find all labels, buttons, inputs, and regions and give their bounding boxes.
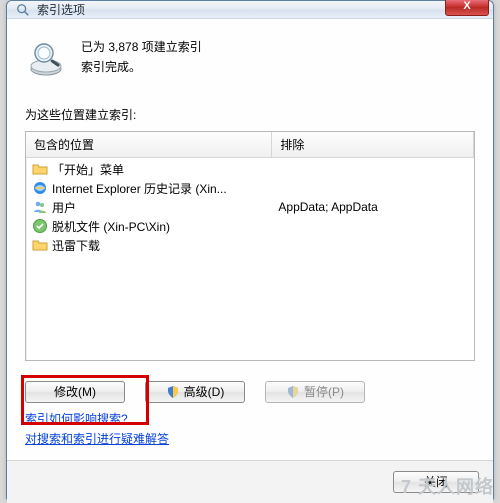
status-row: 已为 3,878 项建立索引 索引完成。 (25, 35, 475, 78)
button-label: 高级(D) (184, 383, 225, 400)
list-item[interactable]: 用户 AppData; AppData (26, 198, 474, 217)
indexing-status-icon (25, 35, 67, 77)
list-item[interactable]: 迅雷下载 (26, 236, 474, 255)
offline-files-icon (32, 218, 48, 234)
link-how-indexing-affects-search[interactable]: 索引如何影响搜索? (25, 410, 475, 427)
status-text: 已为 3,878 项建立索引 索引完成。 (81, 35, 202, 78)
close-dialog-button[interactable]: 关闭 (393, 471, 479, 493)
indexed-count-line: 已为 3,878 项建立索引 (81, 37, 202, 57)
indexing-complete-line: 索引完成。 (81, 57, 202, 77)
locations-list: 包含的位置 排除 「开始」菜单 Internet Explorer 历史记录 (… (25, 131, 475, 361)
indexing-options-dialog: 索引选项 X 已为 3,878 项建立索引 索引完成。 为这些位置建立索引: (6, 0, 494, 500)
list-item-label: 迅雷下载 (52, 237, 100, 254)
list-item-excluded (272, 180, 474, 197)
help-links: 索引如何影响搜索? 对搜索和索引进行疑难解答 (25, 407, 475, 450)
list-item[interactable]: 脱机文件 (Xin-PC\Xin) (26, 217, 474, 236)
link-troubleshoot-search[interactable]: 对搜索和索引进行疑难解答 (25, 430, 475, 447)
uac-shield-icon (166, 385, 180, 399)
close-icon: X (463, 1, 470, 12)
modify-button[interactable]: 修改(M) (25, 381, 125, 403)
action-button-row: 修改(M) 高级(D) 暂停(P) (25, 381, 475, 403)
column-excluded[interactable]: 排除 (272, 132, 474, 157)
button-label: 关闭 (424, 473, 448, 490)
list-item[interactable]: Internet Explorer 历史记录 (Xin... (26, 179, 474, 198)
folder-icon (32, 161, 48, 177)
list-item-excluded (272, 161, 474, 178)
list-item-excluded: AppData; AppData (272, 199, 474, 216)
pause-button[interactable]: 暂停(P) (265, 381, 365, 403)
close-button[interactable]: X (445, 0, 489, 16)
locations-label: 为这些位置建立索引: (25, 106, 475, 123)
button-label: 暂停(P) (304, 383, 344, 400)
list-item-excluded (272, 218, 474, 235)
column-included[interactable]: 包含的位置 (26, 132, 272, 157)
internet-explorer-icon (32, 180, 48, 196)
list-body: 「开始」菜单 Internet Explorer 历史记录 (Xin... 用户 (26, 158, 474, 360)
users-icon (32, 199, 48, 215)
list-item-label: 用户 (52, 199, 76, 216)
window-title: 索引选项 (37, 1, 85, 18)
list-item-excluded (272, 237, 474, 254)
advanced-button[interactable]: 高级(D) (145, 381, 245, 403)
titlebar: 索引选项 X (7, 1, 493, 19)
list-item[interactable]: 「开始」菜单 (26, 160, 474, 179)
search-glass-icon (15, 2, 31, 18)
list-header: 包含的位置 排除 (26, 132, 474, 158)
list-item-label: 「开始」菜单 (52, 161, 124, 178)
client-area: 已为 3,878 项建立索引 索引完成。 为这些位置建立索引: 包含的位置 排除… (7, 19, 493, 460)
uac-shield-icon (286, 385, 300, 399)
list-item-label: Internet Explorer 历史记录 (Xin... (52, 180, 227, 197)
list-item-label: 脱机文件 (Xin-PC\Xin) (52, 218, 170, 235)
dialog-footer: 关闭 (7, 460, 493, 503)
button-label: 修改(M) (54, 383, 96, 400)
folder-icon (32, 237, 48, 253)
